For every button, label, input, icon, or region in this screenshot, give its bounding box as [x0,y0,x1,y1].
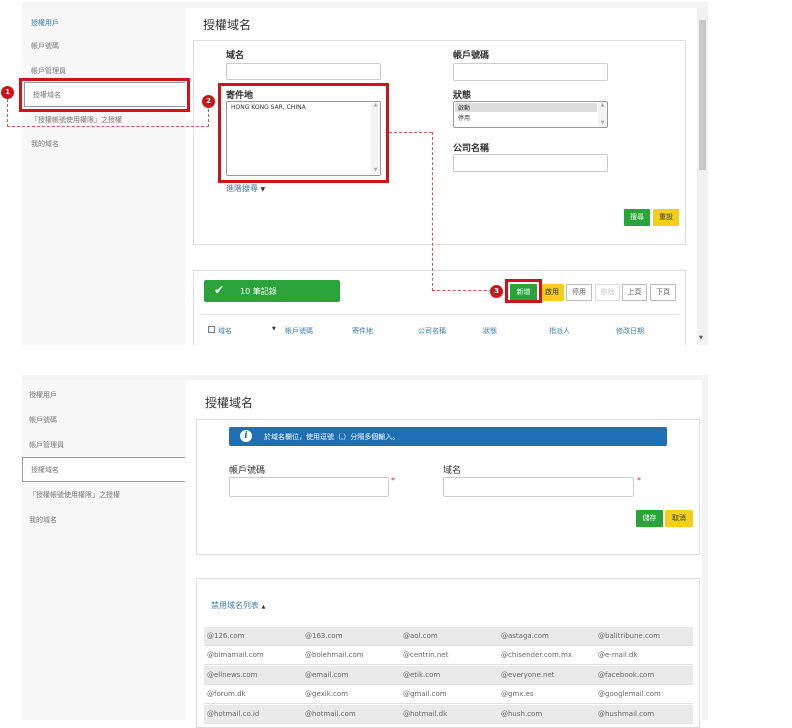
col-company-name[interactable]: 公司名稱 [418,326,446,336]
sort-caret-icon[interactable]: ▼ [272,326,276,332]
callout-number-2: 2 [202,95,215,108]
page-scrollbar[interactable]: ▼ [697,8,708,345]
domain-cell: @gexik.com [305,690,348,699]
callout-number-1: 1 [1,86,14,99]
sidebar-item-my-domains[interactable]: 我的域名 [31,139,59,149]
domain-label: 域名 [226,51,245,61]
domain-cell: @bolehmail.com [305,651,364,660]
domain-label: 域名 [443,466,462,476]
sidebar-item-account-numbers[interactable]: 帳戶號碼 [29,415,57,425]
connector-2-3-h [389,132,432,133]
domain-cell: @bimamail.com [207,651,264,660]
domain-cell: @hotmail.com [305,709,356,718]
domain-textarea[interactable] [443,477,634,497]
blocked-domains-label: 禁用域名列表 [211,601,259,610]
domain-cell: @ellnews.com [207,670,258,679]
status-label: 狀態 [453,91,472,101]
panel2-sidebar [22,380,185,720]
sidebar-item-authorized-users[interactable]: 授權用戶 [29,390,57,400]
sidebar-item-my-domains[interactable]: 我的域名 [29,515,57,525]
record-count-bar: ✔ 10 筆記錄 [204,280,340,302]
col-account-number[interactable]: 帳戶號碼 [285,326,313,336]
callout-box-2 [218,83,389,183]
domain-cell: @facebook.com [598,670,655,679]
check-icon: ✔ [214,283,225,297]
required-mark: * [391,476,395,485]
domain-cell: @gmx.es [501,690,534,699]
disable-button[interactable]: 停用 [566,284,592,301]
next-page-button[interactable]: 下頁 [650,284,676,301]
col-status[interactable]: 狀態 [483,326,497,336]
connector-1-2 [7,99,209,127]
select-all-checkbox[interactable] [208,326,215,333]
sidebar-item-account-numbers[interactable]: 帳戶號碼 [31,41,59,51]
sidebar-item-account-admins[interactable]: 帳戶管理員 [29,440,64,450]
account-number-input[interactable] [229,477,389,497]
domain-cell: @aol.com [403,632,438,640]
account-number-label: 帳戶號碼 [229,466,266,476]
domain-input[interactable] [226,63,381,80]
col-sender-location[interactable]: 寄件地 [352,326,373,336]
col-assigned-by[interactable]: 指派人 [549,326,570,336]
scroll-down-arrow-icon[interactable]: ▼ [699,335,703,341]
domain-cell: @163.com [305,632,343,640]
domain-cell: @126.com [207,632,245,640]
domain-cell: @gmail.com [403,690,447,699]
scrollbar-thumb[interactable] [699,20,706,170]
prev-page-button[interactable]: 上頁 [622,284,647,301]
listbox-scrollbar[interactable]: ▲ ▼ [598,102,607,127]
col-domain[interactable]: 域名 [218,326,232,336]
domain-cell: @etik.com [403,670,441,679]
domain-cell: @balitribune.com [598,632,660,640]
status-option-active[interactable]: 啟動 [455,103,597,112]
domain-cell: @centrin.net [403,651,449,660]
col-modified-date[interactable]: 修改日期 [616,326,644,336]
domain-cell: @everyone.net [501,670,555,679]
reset-button[interactable]: 重設 [653,209,679,226]
callout-box-3 [505,279,542,303]
info-banner: i 於域名欄位，使用逗號（,）分隔多個輸入。 [229,427,667,446]
domain-cell: @hotmail.co.id [207,709,260,718]
info-text: 於域名欄位，使用逗號（,）分隔多個輸入。 [264,433,400,441]
domain-cell: @e-mail.dk [598,651,638,660]
info-icon: i [240,430,252,442]
status-option-disabled[interactable]: 停用 [455,113,470,122]
domain-cell: @email.com [305,670,349,679]
account-number-label: 帳戶號碼 [453,51,490,61]
divider [201,314,679,315]
sidebar-item-account-admins[interactable]: 帳戶管理員 [31,66,66,76]
callout-number-3: 3 [490,285,503,298]
connector-2-3-v [432,132,492,291]
cancel-button[interactable]: 取消 [665,510,693,527]
page-title: 授權域名 [203,18,252,32]
domain-cell: @astaga.com [501,632,549,640]
account-number-input[interactable] [453,63,608,81]
record-count: 10 筆記錄 [240,287,277,296]
caret-up-icon: ▲ [261,604,266,610]
sidebar-item-authorized-domains-label: 授權域名 [31,466,59,474]
domain-cell: @forum.dk [207,690,246,699]
domain-cell: @googlemail.com [598,690,661,699]
domain-cell: @chisender.com.mx [501,651,572,660]
domain-cell: @hushmail.com [598,709,655,718]
advanced-search-label: 進階搜尋 [226,184,258,193]
sidebar-item-authorized-users[interactable]: 授權用戶 [31,18,59,28]
delete-button[interactable]: 刪除 [595,284,620,301]
required-mark: * [637,476,641,485]
panel1-sidebar [22,8,185,345]
search-button[interactable]: 搜尋 [624,209,650,226]
sidebar-item-account-permission-auth[interactable]: 「授權帳號使用權限」之授權 [29,490,120,500]
blocked-domains-toggle[interactable]: 禁用域名列表 ▲ [211,600,265,611]
status-listbox[interactable]: 啟動 停用 ▲ ▼ [453,101,608,128]
advanced-search-link[interactable]: 進階搜尋 ▼ [226,183,265,194]
enable-button[interactable]: 啟用 [540,284,564,301]
page-title: 授權域名 [205,396,254,410]
save-button[interactable]: 儲存 [636,510,663,527]
domain-cell: @hotmail.dk [403,709,448,718]
domain-cell: @hush.com [501,709,543,718]
caret-down-icon: ▼ [260,186,266,193]
